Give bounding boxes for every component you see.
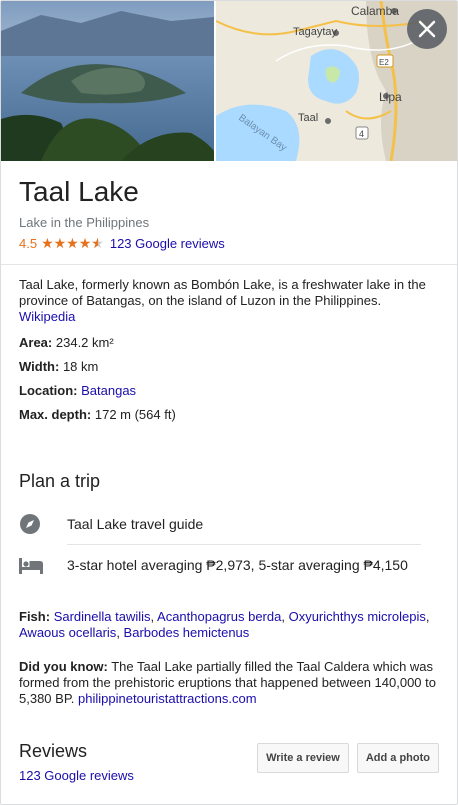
fact-depth-value: 172 m (564 ft) xyxy=(94,407,176,422)
did-you-know: Did you know: The Taal Lake partially fi… xyxy=(1,641,457,707)
fish-link-5[interactable]: Barbodes hemictenus xyxy=(124,625,250,640)
compass-icon xyxy=(19,513,47,535)
fish-link-1[interactable]: Sardinella tawilis xyxy=(54,609,151,624)
close-button[interactable] xyxy=(407,9,447,49)
hotel-label: 3-star hotel averaging ₱2,973, 5-star av… xyxy=(67,557,408,573)
map-label-calamba: Calamba xyxy=(351,4,399,18)
travel-guide-label: Taal Lake travel guide xyxy=(67,516,204,532)
fact-location-label: Location: xyxy=(19,383,78,398)
wikipedia-link[interactable]: Wikipedia xyxy=(19,309,75,324)
fact-depth-label: Max. depth: xyxy=(19,407,92,422)
plan-trip-title: Plan a trip xyxy=(19,471,101,491)
title-block: Taal Lake Lake in the Philippines 4.5 ★★… xyxy=(1,161,457,265)
close-icon xyxy=(418,20,436,38)
description: Taal Lake, formerly known as Bombón Lake… xyxy=(1,265,457,325)
fish-link-2[interactable]: Acanthopagrus berda xyxy=(157,609,281,624)
fish-link-3[interactable]: Oxyurichthys microlepis xyxy=(289,609,426,624)
fish-section: Fish: Sardinella tawilis, Acanthopagrus … xyxy=(19,609,430,640)
write-review-button[interactable]: Write a review xyxy=(257,743,349,773)
did-you-know-label: Did you know: xyxy=(19,659,108,674)
rating-value: 4.5 xyxy=(19,236,38,251)
reviews-link[interactable]: 123 Google reviews xyxy=(110,236,225,251)
reviews-count-link[interactable]: 123 Google reviews xyxy=(19,768,134,783)
map-label-tagaytay: Tagaytay xyxy=(293,26,338,38)
place-category: Lake in the Philippines xyxy=(19,215,150,230)
fact-area-value: 234.2 km² xyxy=(55,335,114,350)
facts: Area: 234.2 km² Width: 18 km Location: B… xyxy=(1,325,457,423)
knowledge-panel: Calamba Tagaytay E2 Lipa Taal Balayan Ba… xyxy=(0,0,458,805)
fact-width-label: Width: xyxy=(19,359,60,374)
fish-link-4[interactable]: Awaous ocellaris xyxy=(19,625,116,640)
lake-photo[interactable] xyxy=(1,1,214,161)
fact-location: Location: Batangas xyxy=(19,383,439,399)
map-label-route-4: 4 xyxy=(359,129,364,139)
add-photo-button[interactable]: Add a photo xyxy=(356,743,439,773)
location-link[interactable]: Batangas xyxy=(81,383,136,398)
review-buttons: Write a review Add a photo xyxy=(257,743,439,773)
place-title: Taal Lake xyxy=(19,176,139,207)
hotel-row[interactable]: 3-star hotel averaging ₱2,973, 5-star av… xyxy=(19,545,439,585)
description-text: Taal Lake, formerly known as Bombón Lake… xyxy=(19,277,426,308)
star-rating-icon: ★★★★★★ xyxy=(41,235,104,251)
map-label-lipa: Lipa xyxy=(379,90,402,104)
plan-a-trip: Plan a trip Taal Lake travel guide 3-sta… xyxy=(1,431,457,585)
fish-label: Fish: xyxy=(19,609,51,624)
rating-row: 4.5 ★★★★★★ 123 Google reviews xyxy=(19,235,439,252)
hero-images: Calamba Tagaytay E2 Lipa Taal Balayan Ba… xyxy=(1,1,457,161)
did-you-know-source[interactable]: philippinetouristattractions.com xyxy=(78,691,256,706)
fact-width-value: 18 km xyxy=(62,359,99,374)
map-label-e2: E2 xyxy=(379,58,389,67)
fact-depth: Max. depth: 172 m (564 ft) xyxy=(19,407,439,423)
hotel-bed-icon xyxy=(19,556,47,574)
fact-width: Width: 18 km xyxy=(19,359,439,375)
fact-area-label: Area: xyxy=(19,335,53,350)
map-label-taal: Taal xyxy=(298,112,318,124)
travel-guide-row[interactable]: Taal Lake travel guide xyxy=(19,504,439,544)
fact-area: Area: 234.2 km² xyxy=(19,335,439,351)
reviews-section: Reviews 123 Google reviews Write a revie… xyxy=(1,707,457,783)
